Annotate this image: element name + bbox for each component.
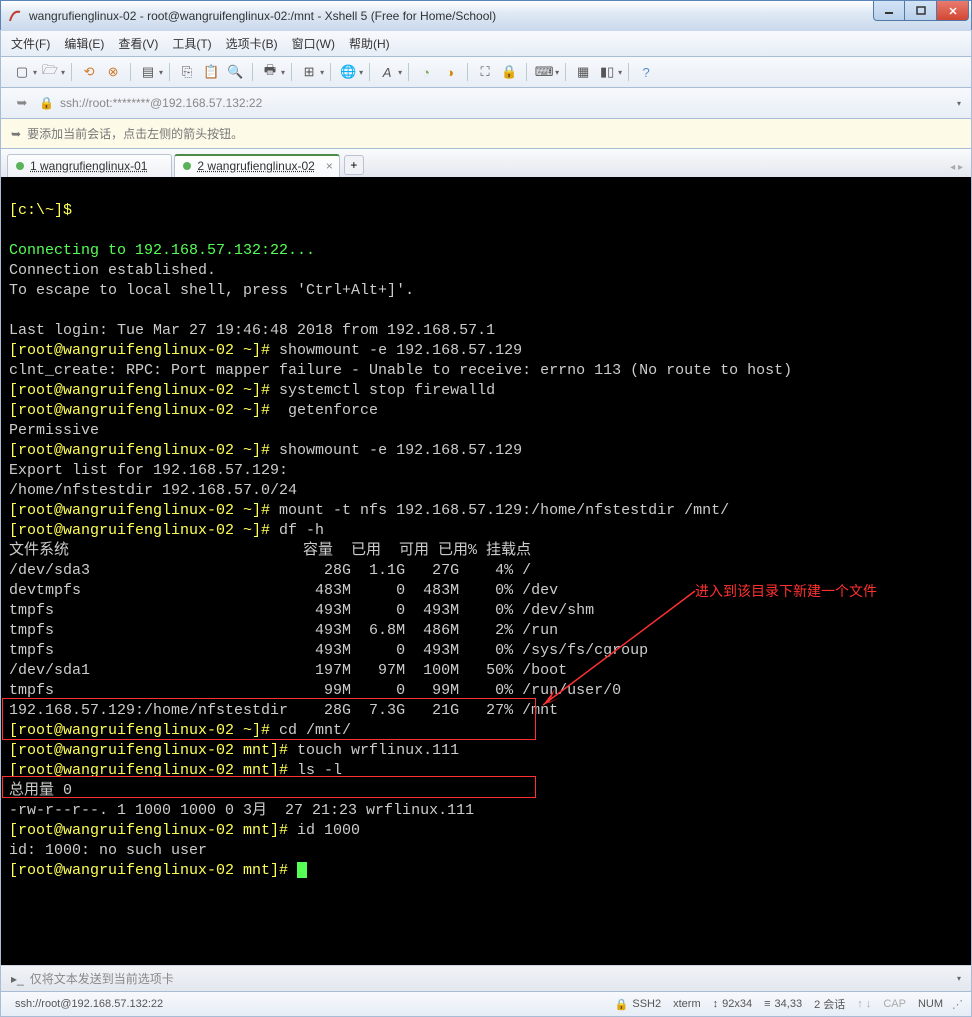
open-icon[interactable]: 🗁 bbox=[39, 61, 61, 83]
send-bar[interactable]: ▸_ 仅将文本发送到当前选项卡 ▾ bbox=[0, 965, 972, 992]
menu-file[interactable]: 文件(F) bbox=[11, 35, 50, 52]
status-bar: ssh://root@192.168.57.132:22 🔒SSH2 xterm… bbox=[0, 992, 972, 1017]
annotation-text: 进入到该目录下新建一个文件 bbox=[695, 581, 877, 601]
menu-tools[interactable]: 工具(T) bbox=[172, 35, 211, 52]
info-text: 要添加当前会话，点击左侧的箭头按钮。 bbox=[27, 125, 243, 142]
tab-session-2[interactable]: 2 wangrufienglinux-02 × bbox=[174, 154, 339, 177]
properties-icon[interactable]: ▤ bbox=[137, 61, 159, 83]
send-icon[interactable]: ▸_ bbox=[11, 972, 24, 986]
status-terminal: xterm bbox=[673, 998, 701, 1010]
menu-edit[interactable]: 编辑(E) bbox=[64, 35, 104, 52]
lock-small-icon: 🔒 bbox=[615, 998, 629, 1011]
print-icon[interactable]: 🖶 bbox=[259, 61, 281, 83]
new-session-icon[interactable]: ▢ bbox=[11, 61, 33, 83]
tab-close-icon[interactable]: × bbox=[326, 159, 333, 173]
info-bar: ➥ 要添加当前会话，点击左侧的箭头按钮。 bbox=[0, 119, 972, 149]
transparent-icon[interactable]: ▦ bbox=[572, 61, 594, 83]
copy-icon[interactable]: ⎘ bbox=[176, 61, 198, 83]
status-position: ≡34,33 bbox=[764, 998, 802, 1010]
app-icon bbox=[7, 8, 23, 24]
menu-bar: 文件(F) 编辑(E) 查看(V) 工具(T) 选项卡(B) 窗口(W) 帮助(… bbox=[0, 30, 972, 57]
menu-window[interactable]: 窗口(W) bbox=[292, 35, 335, 52]
globe-icon[interactable]: 🌐 bbox=[337, 61, 359, 83]
status-dot-icon bbox=[183, 162, 191, 170]
status-sessions: 2 会话 bbox=[814, 996, 845, 1012]
fullscreen-icon[interactable]: ⛶ bbox=[474, 61, 496, 83]
disconnect-icon[interactable]: ⊗ bbox=[102, 61, 124, 83]
addr-lock-icon: 🔒 bbox=[39, 96, 54, 110]
annotation-box-2 bbox=[2, 776, 536, 798]
addr-dropdown-icon[interactable]: ▾ bbox=[957, 99, 961, 108]
help-icon[interactable]: ? bbox=[635, 61, 657, 83]
status-protocol: 🔒SSH2 bbox=[615, 998, 661, 1011]
keyboard-icon[interactable]: ⌨ bbox=[533, 61, 555, 83]
send-dropdown-icon[interactable]: ▾ bbox=[957, 974, 961, 983]
menu-help[interactable]: 帮助(H) bbox=[349, 35, 390, 52]
status-connection: ssh://root@192.168.57.132:22 bbox=[15, 998, 163, 1010]
highlight-icon[interactable]: ◑ bbox=[439, 61, 461, 83]
lock-icon[interactable]: 🔒 bbox=[498, 61, 520, 83]
tab-label: 1 wangrufienglinux-01 bbox=[30, 159, 147, 173]
toolbar: ▢▾ 🗁▾ ⟲ ⊗ ▤▾ ⎘ 📋 🔍 🖶▾ ⊞▾ 🌐▾ A▾ ◔ ◑ ⛶ 🔒 ⌨… bbox=[0, 57, 972, 88]
window-titlebar: wangrufienglinux-02 - root@wangruifengli… bbox=[0, 0, 972, 30]
menu-tabs[interactable]: 选项卡(B) bbox=[226, 35, 278, 52]
info-arrow-icon[interactable]: ➥ bbox=[11, 127, 21, 141]
terminal-cursor bbox=[297, 862, 307, 878]
address-bar: ➥ 🔒 ssh://root:********@192.168.57.132:2… bbox=[0, 88, 972, 119]
window-title: wangrufienglinux-02 - root@wangruifengli… bbox=[29, 9, 969, 23]
annotation-box-1 bbox=[2, 698, 536, 740]
status-num: NUM bbox=[918, 998, 943, 1010]
addr-add-icon[interactable]: ➥ bbox=[11, 92, 33, 114]
minimize-button[interactable] bbox=[873, 1, 905, 21]
status-size: ↕92x34 bbox=[713, 998, 752, 1010]
status-cap: CAP bbox=[883, 998, 906, 1010]
terminal-panel[interactable]: [c:\~]$ Connecting to 192.168.57.132:22.… bbox=[0, 177, 972, 965]
tab-session-1[interactable]: 1 wangrufienglinux-01 bbox=[7, 154, 172, 177]
size-icon: ↕ bbox=[713, 998, 719, 1010]
status-dot-icon bbox=[16, 162, 24, 170]
menu-view[interactable]: 查看(V) bbox=[118, 35, 158, 52]
resize-grip-icon[interactable]: ⋰ bbox=[949, 998, 963, 1011]
tab-scroll-arrows[interactable]: ◂ ▸ bbox=[950, 162, 963, 173]
font-icon[interactable]: A bbox=[376, 61, 398, 83]
tab-bar: 1 wangrufienglinux-01 2 wangrufienglinux… bbox=[0, 149, 972, 177]
paste-icon[interactable]: 📋 bbox=[200, 61, 222, 83]
annotation-arrow bbox=[531, 585, 701, 715]
send-text: 仅将文本发送到当前选项卡 bbox=[30, 970, 953, 987]
layout-icon[interactable]: ⊞ bbox=[298, 61, 320, 83]
tab-label: 2 wangrufienglinux-02 bbox=[197, 159, 314, 173]
find-icon[interactable]: 🔍 bbox=[224, 61, 246, 83]
address-text[interactable]: ssh://root:********@192.168.57.132:22 bbox=[60, 96, 953, 110]
new-tab-button[interactable]: + bbox=[344, 155, 364, 175]
pos-icon: ≡ bbox=[764, 998, 770, 1010]
status-updown-icon: ↑ ↓ bbox=[857, 998, 871, 1010]
reconnect-icon[interactable]: ⟲ bbox=[78, 61, 100, 83]
maximize-button[interactable] bbox=[905, 1, 937, 21]
tile-icon[interactable]: ▮▯ bbox=[596, 61, 618, 83]
color-icon[interactable]: ◔ bbox=[415, 61, 437, 83]
close-button[interactable] bbox=[937, 1, 969, 21]
